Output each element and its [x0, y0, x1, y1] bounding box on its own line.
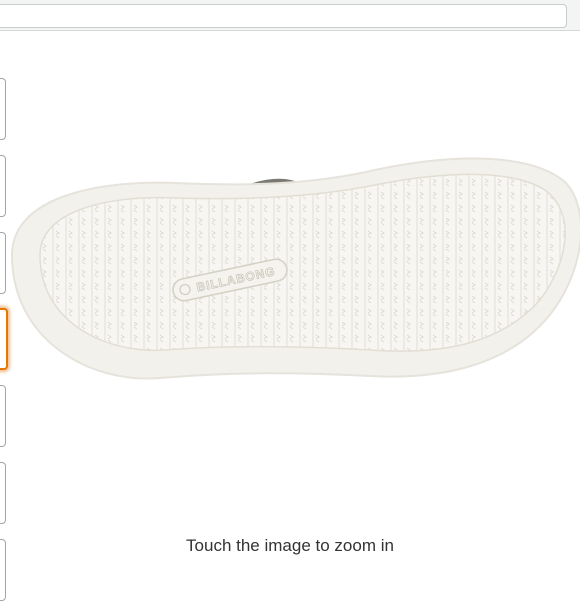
zoom-hint-text: Touch the image to zoom in	[186, 536, 394, 555]
thumbnail-6[interactable]	[0, 462, 6, 524]
product-image-shoe-sole[interactable]: BILLABONG	[0, 150, 580, 410]
search-field-edge[interactable]	[0, 4, 567, 28]
sole-tread	[39, 173, 566, 352]
thumbnail-1[interactable]	[0, 78, 6, 140]
top-bar	[0, 0, 580, 31]
